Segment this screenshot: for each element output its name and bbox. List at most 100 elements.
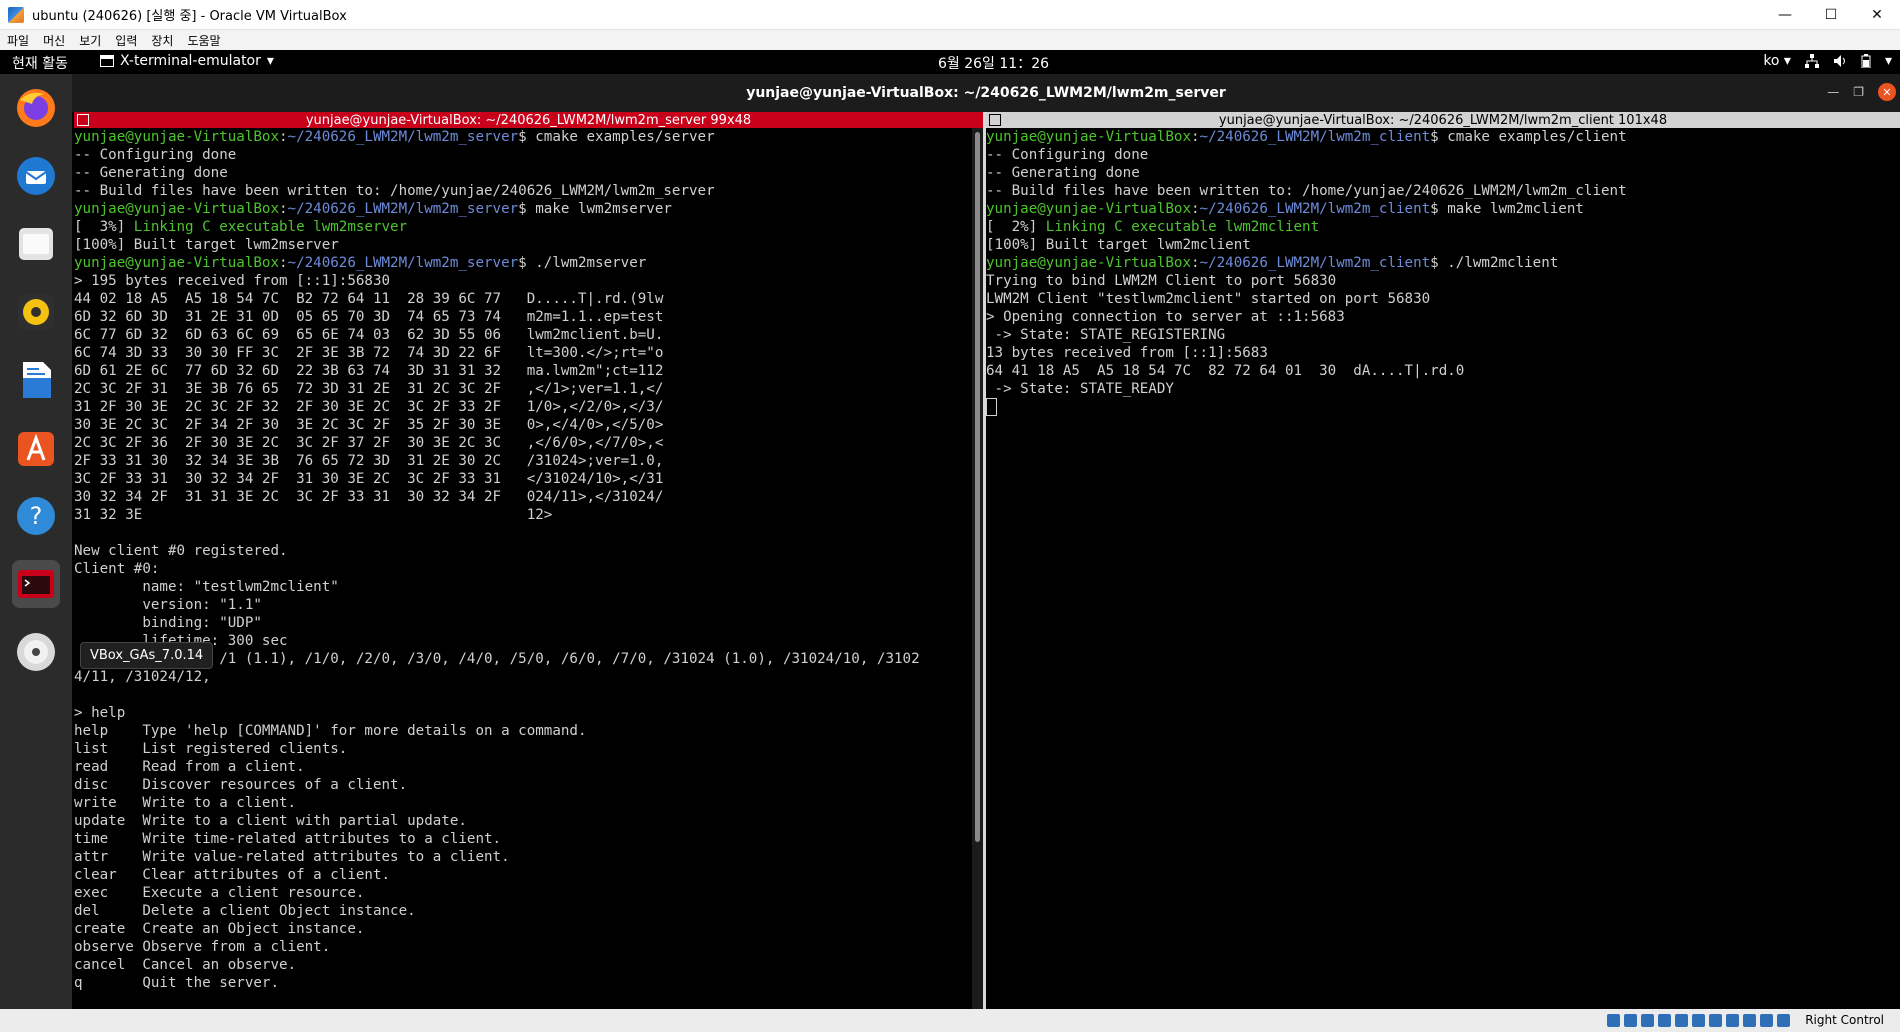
menu-machine[interactable]: 머신 <box>36 32 72 49</box>
terminal-text: 44 02 18 A5 A5 18 54 7C B2 72 64 11 28 3… <box>74 291 664 307</box>
menu-devices[interactable]: 장치 <box>144 32 180 49</box>
terminal-text: ~/240626_LWM2M/lwm2m_client <box>1199 129 1431 145</box>
server-terminal-output[interactable]: yunjae@yunjae-VirtualBox: ~/240626_LWM2M/… <box>74 128 972 1009</box>
terminal-text: -- Generating done <box>986 165 1140 181</box>
terminal-text: Linking C executable lwm2mserver <box>133 219 408 235</box>
menu-input[interactable]: 입력 <box>108 32 144 49</box>
client-pane-header: yunjae@yunjae-VirtualBox: ~/240626_LWM2M… <box>986 112 1900 128</box>
system-menu-chevron-icon[interactable]: ▾ <box>1885 53 1892 69</box>
terminal-line: -- Build files have been written to: /ho… <box>986 182 1900 200</box>
terminal-text: -- Generating done <box>74 165 228 181</box>
terminal-line: -- Configuring done <box>74 146 972 164</box>
scrollbar-thumb[interactable] <box>975 132 980 842</box>
terminal-text: help Type 'help [COMMAND]' for more deta… <box>74 723 587 739</box>
dock-tooltip: VBox_GAs_7.0.14 <box>80 642 214 669</box>
terminal-text: 2C 3C 2F 31 3E 3B 76 65 72 3D 31 2E 31 2… <box>74 381 664 397</box>
maximize-button[interactable]: ☐ <box>1808 0 1854 30</box>
terminal-line: 6C 74 3D 33 30 30 FF 3C 2F 3E 3B 72 74 3… <box>74 344 972 362</box>
server-scrollbar[interactable] <box>972 128 983 1009</box>
dvd-icon[interactable] <box>12 628 60 676</box>
terminal-line: 31 2F 30 3E 2C 3C 2F 32 2F 30 3E 2C 3C 2… <box>74 398 972 416</box>
files-icon[interactable] <box>12 220 60 268</box>
terminal-text: ~/240626_LWM2M/lwm2m_client <box>1199 255 1431 271</box>
terminal-text: $ ./lwm2mserver <box>518 255 647 271</box>
terminal-text: : <box>279 201 288 217</box>
terminal-text: 3C 2F 33 31 30 32 34 2F 31 30 3E 2C 3C 2… <box>74 471 664 487</box>
terminal-text: write Write to a client. <box>74 795 297 811</box>
help-icon[interactable]: ? <box>12 492 60 540</box>
terminal-line: 30 32 34 2F 31 31 3E 2C 3C 2F 33 31 30 3… <box>74 488 972 506</box>
terminal-text: $ ./lwm2mclient <box>1430 255 1559 271</box>
terminal-text: 30 3E 2C 3C 2F 34 2F 30 3E 2C 3C 2F 35 2… <box>74 417 664 433</box>
writer-icon[interactable] <box>12 356 60 404</box>
terminal-icon[interactable] <box>12 560 60 608</box>
virtualbox-icon <box>8 6 24 23</box>
window-controls: — ☐ ✕ <box>1762 0 1900 30</box>
terminal-text: version: "1.1" <box>74 597 262 613</box>
window-title: ubuntu (240626) [실행 중] - Oracle VM Virtu… <box>32 9 347 24</box>
terminal-maximize-button[interactable]: ❐ <box>1853 85 1864 99</box>
status-device-icons[interactable] <box>1607 1014 1790 1027</box>
terminal-line: -- Generating done <box>986 164 1900 182</box>
menu-help[interactable]: 도움말 <box>180 32 227 49</box>
battery-icon <box>1861 54 1871 68</box>
terminal-line: 6D 32 6D 3D 31 2E 31 0D 05 65 70 3D 74 6… <box>74 308 972 326</box>
terminal-line: yunjae@yunjae-VirtualBox:~/240626_LWM2M/… <box>74 254 972 272</box>
menu-file[interactable]: 파일 <box>0 32 36 49</box>
terminal-text: 64 41 18 A5 A5 18 54 7C 82 72 64 01 30 d… <box>986 363 1465 379</box>
recording-icon <box>1726 1014 1739 1027</box>
terminal-close-button[interactable]: ✕ <box>1878 83 1896 101</box>
client-pane-title: yunjae@yunjae-VirtualBox: ~/240626_LWM2M… <box>1218 112 1668 128</box>
terminal-text: > help <box>74 705 126 721</box>
terminal-minimize-button[interactable]: — <box>1827 85 1839 99</box>
terminal-text: yunjae@yunjae-VirtualBox <box>74 201 279 217</box>
terminal-text: 6C 77 6D 32 6D 63 6C 69 65 6E 74 03 62 3… <box>74 327 664 343</box>
minimize-button[interactable]: — <box>1762 0 1808 30</box>
terminal-line: 4/11, /31024/12, <box>74 668 972 686</box>
network-icon <box>1804 54 1819 68</box>
terminal-text: > Opening connection to server at ::1:56… <box>986 309 1345 325</box>
language-indicator[interactable]: ko ▾ <box>1763 53 1791 69</box>
app-center-icon[interactable] <box>12 424 60 472</box>
terminal-text: -- Build files have been written to: /ho… <box>986 183 1627 199</box>
terminal-text: q Quit the server. <box>74 975 279 991</box>
terminal-line: observe Observe from a client. <box>74 938 972 956</box>
menu-view[interactable]: 보기 <box>72 32 108 49</box>
clock[interactable]: 6월 26일 11：26 <box>938 53 1049 73</box>
firefox-icon[interactable] <box>12 84 60 132</box>
terminal-text: New client #0 registered. <box>74 543 288 559</box>
cpu-icon <box>1743 1014 1756 1027</box>
activities-button[interactable]: 현재 활동 <box>12 53 68 73</box>
client-terminal-output[interactable]: yunjae@yunjae-VirtualBox:~/240626_LWM2M/… <box>986 128 1900 1009</box>
terminal-line: 3C 2F 33 31 30 32 34 2F 31 30 3E 2C 3C 2… <box>74 470 972 488</box>
terminal-text: ~/240626_LWM2M/lwm2m_server <box>287 255 519 271</box>
pane-split-icon[interactable] <box>989 114 1001 126</box>
terminal-text: ~/240626_LWM2M/lwm2m_client <box>1199 201 1431 217</box>
terminal-text: Trying to bind LWM2M Client to port 5683… <box>986 273 1337 289</box>
app-menu[interactable]: X-terminal-emulator ▾ <box>100 53 274 69</box>
terminal-line: version: "1.1" <box>74 596 972 614</box>
terminal-text: : <box>1191 255 1200 271</box>
terminal-text: yunjae@yunjae-VirtualBox <box>986 129 1191 145</box>
terminal-title-bar: yunjae@yunjae-VirtualBox: ~/240626_LWM2M… <box>72 74 1900 112</box>
terminal-line: create Create an Object instance. <box>74 920 972 938</box>
server-pane-title: yunjae@yunjae-VirtualBox: ~/240626_LWM2M… <box>305 112 752 128</box>
dock: ? <box>0 74 72 1032</box>
app-menu-label: X-terminal-emulator <box>120 53 261 69</box>
pane-split-icon[interactable] <box>77 114 89 126</box>
rhythmbox-icon[interactable] <box>12 288 60 336</box>
terminal-text: del Delete a client Object instance. <box>74 903 416 919</box>
thunderbird-icon[interactable] <box>12 152 60 200</box>
terminal-line <box>986 398 1900 416</box>
terminal-text: 31 2F 30 3E 2C 3C 2F 32 2F 30 3E 2C 3C 2… <box>74 399 664 415</box>
terminal-line: write Write to a client. <box>74 794 972 812</box>
terminal-text: name: "testlwm2mclient" <box>74 579 339 595</box>
terminal-text: create Create an Object instance. <box>74 921 365 937</box>
server-pane-header: yunjae@yunjae-VirtualBox: ~/240626_LWM2M… <box>74 112 983 128</box>
terminal-text: list List registered clients. <box>74 741 348 757</box>
terminal-line: [100%] Built target lwm2mserver <box>74 236 972 254</box>
terminal-line: Client #0: <box>74 560 972 578</box>
close-button[interactable]: ✕ <box>1854 0 1900 30</box>
terminal-line: list List registered clients. <box>74 740 972 758</box>
system-tray[interactable]: ko ▾ ▾ <box>1763 53 1892 69</box>
